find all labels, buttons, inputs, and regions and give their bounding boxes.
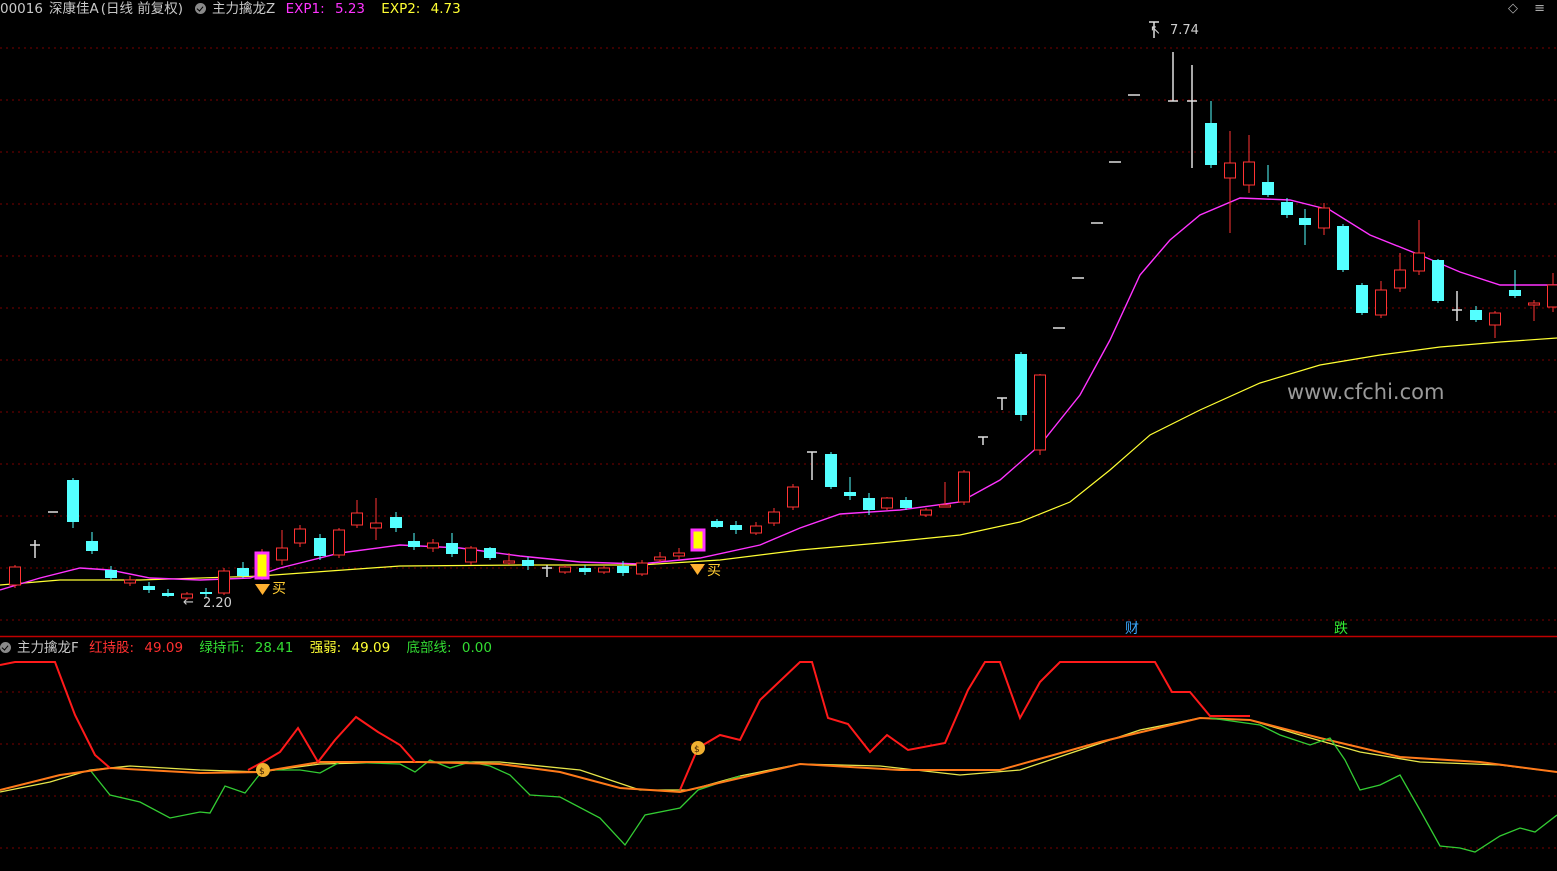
buy-marker-1: 买 xyxy=(255,581,286,597)
candle[interactable] xyxy=(844,477,856,500)
strength-line xyxy=(0,717,1557,793)
candle[interactable] xyxy=(1375,281,1387,318)
candle[interactable] xyxy=(1337,224,1349,272)
candle[interactable] xyxy=(807,451,817,480)
bottom-line xyxy=(0,716,1557,794)
svg-text:$: $ xyxy=(694,745,700,755)
candle[interactable] xyxy=(920,508,932,517)
candle[interactable] xyxy=(446,533,458,557)
candle[interactable] xyxy=(559,565,571,574)
candle[interactable] xyxy=(978,436,988,445)
candle[interactable] xyxy=(1318,203,1330,235)
candle[interactable] xyxy=(1168,52,1178,102)
candle[interactable] xyxy=(598,566,610,574)
svg-text:买: 买 xyxy=(707,563,721,579)
candle[interactable] xyxy=(465,546,477,565)
candle[interactable] xyxy=(654,552,666,562)
candle[interactable] xyxy=(484,547,496,560)
candle[interactable] xyxy=(1432,259,1444,303)
annotations: ↖ 7.74 ← 2.20 买 买 xyxy=(183,23,1199,611)
candle[interactable] xyxy=(1452,291,1462,321)
low-price-value: 2.20 xyxy=(203,596,232,611)
candle[interactable] xyxy=(162,589,174,597)
candle[interactable] xyxy=(408,533,420,550)
candlesticks[interactable] xyxy=(9,21,1557,600)
moving-average-lines xyxy=(0,197,1557,591)
low-price-label: ← xyxy=(183,595,194,610)
buy-candle-highlight xyxy=(254,551,270,580)
candle[interactable] xyxy=(997,397,1007,410)
candle[interactable] xyxy=(1262,165,1274,197)
candle[interactable] xyxy=(1205,101,1217,168)
candle[interactable] xyxy=(9,565,21,588)
high-price-value: 7.74 xyxy=(1170,23,1199,38)
candle[interactable] xyxy=(1034,374,1046,455)
candle[interactable] xyxy=(427,539,439,552)
buy-marker-2: 买 xyxy=(690,563,721,579)
candle[interactable] xyxy=(124,576,136,586)
candle[interactable] xyxy=(86,532,98,554)
candle[interactable] xyxy=(768,508,780,526)
candle[interactable] xyxy=(636,560,648,576)
candle[interactable] xyxy=(1243,135,1255,193)
candle[interactable] xyxy=(1299,209,1311,245)
candle[interactable] xyxy=(958,470,970,505)
svg-text:$: $ xyxy=(259,767,265,777)
red-hold-line xyxy=(0,661,111,769)
candle[interactable] xyxy=(1547,273,1557,312)
svg-text:买: 买 xyxy=(272,581,286,597)
candle[interactable] xyxy=(1015,352,1027,421)
candle[interactable] xyxy=(370,498,382,540)
exp2-line xyxy=(0,337,1557,586)
candle[interactable] xyxy=(1509,270,1521,298)
grid-lines xyxy=(0,47,1557,849)
candle[interactable] xyxy=(1394,253,1406,292)
candle[interactable] xyxy=(314,534,326,560)
candle[interactable] xyxy=(1489,311,1501,338)
candle[interactable] xyxy=(294,525,306,547)
candle[interactable] xyxy=(711,519,723,528)
candle[interactable] xyxy=(351,500,363,528)
candle[interactable] xyxy=(390,512,402,532)
candle[interactable] xyxy=(1187,65,1197,168)
exp1-line xyxy=(0,197,1557,591)
candle[interactable] xyxy=(1413,220,1425,275)
candle[interactable] xyxy=(673,548,685,560)
candle[interactable] xyxy=(579,565,591,575)
candle[interactable] xyxy=(143,582,155,593)
candle[interactable] xyxy=(1356,283,1368,315)
candle[interactable] xyxy=(825,452,837,489)
sub-indicator-lines xyxy=(0,661,1557,853)
candle[interactable] xyxy=(1224,131,1236,233)
candle[interactable] xyxy=(1528,300,1540,321)
candle[interactable] xyxy=(542,565,552,577)
candle[interactable] xyxy=(276,530,288,565)
candle[interactable] xyxy=(218,568,230,595)
green-cash-line-2 xyxy=(1209,717,1557,853)
candle[interactable] xyxy=(730,521,742,534)
candle[interactable] xyxy=(237,562,249,578)
candle[interactable] xyxy=(787,484,799,510)
chart-canvas[interactable]: ↖ 7.74 ← 2.20 买 买 $ $ xyxy=(0,0,1557,871)
candle[interactable] xyxy=(881,497,893,510)
candle[interactable] xyxy=(690,528,706,552)
candle[interactable] xyxy=(750,522,762,535)
high-price-label: ↖ xyxy=(1150,23,1161,38)
candle[interactable] xyxy=(30,540,40,558)
candle[interactable] xyxy=(67,478,79,528)
candle[interactable] xyxy=(333,528,345,558)
